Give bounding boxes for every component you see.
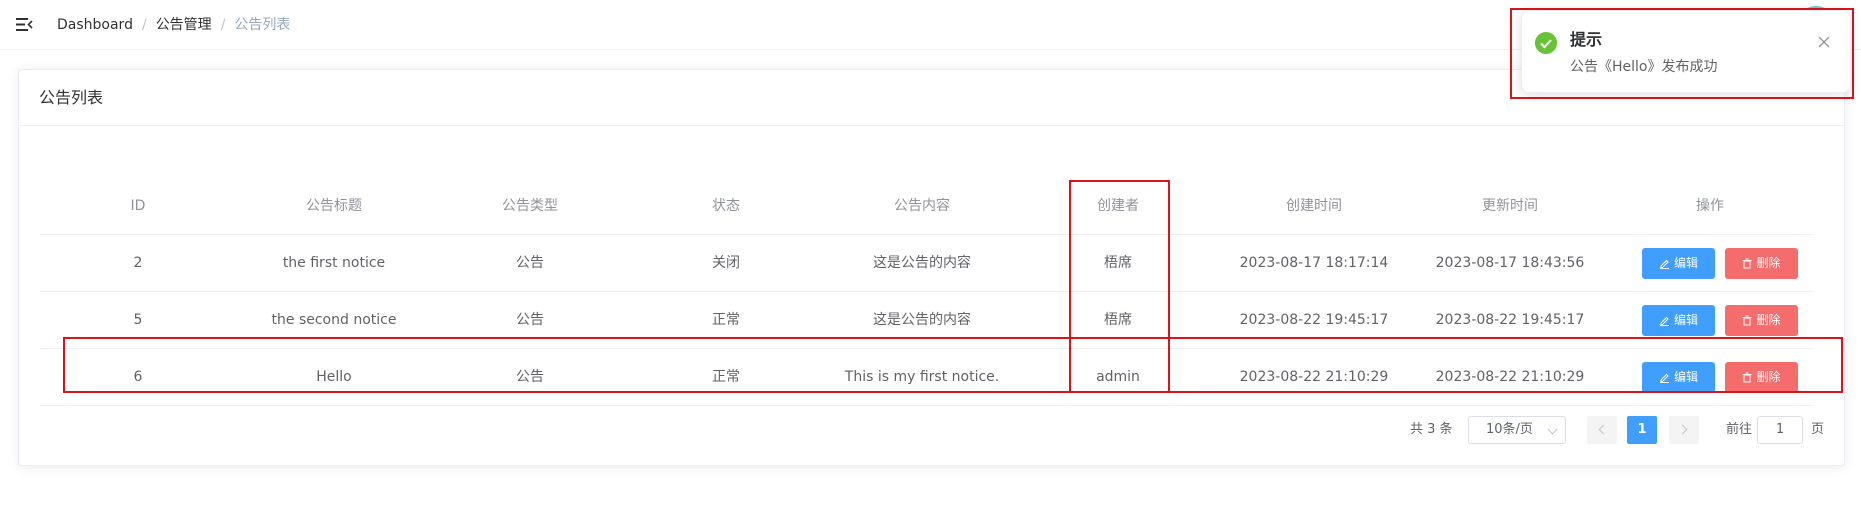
notification-title: 提示 xyxy=(1570,30,1603,49)
cell-created-time: 2023-08-22 19:45:17 xyxy=(1239,312,1389,328)
table-row: 2 the first notice 公告 关闭 这是公告的内容 梧席 2023… xyxy=(40,235,1812,292)
breadcrumb: Dashboard / 公告管理 / 公告列表 xyxy=(57,15,290,35)
edit-label: 编辑 xyxy=(1673,313,1698,327)
cell-status: 正常 xyxy=(712,369,740,385)
close-icon[interactable] xyxy=(1817,35,1831,49)
chevron-left-icon xyxy=(1598,424,1609,435)
page-number-current[interactable]: 1 xyxy=(1627,416,1657,444)
delete-label: 删除 xyxy=(1756,370,1781,384)
breadcrumb-notice-list: 公告列表 xyxy=(234,17,291,33)
cell-type: 公告 xyxy=(516,312,544,328)
table-row: 5 the second notice 公告 正常 这是公告的内容 梧席 202… xyxy=(40,292,1812,349)
chevron-right-icon xyxy=(1677,424,1688,435)
cell-updated-time: 2023-08-22 19:45:17 xyxy=(1435,312,1585,328)
cell-title: the second notice xyxy=(271,312,397,328)
success-notification: 提示 公告《Hello》发布成功 xyxy=(1521,10,1851,93)
delete-button[interactable]: 删除 xyxy=(1725,305,1798,336)
header-content: 公告内容 xyxy=(894,198,950,214)
edit-button[interactable]: 编辑 xyxy=(1642,362,1715,393)
cell-creator: 梧席 xyxy=(1104,255,1132,271)
success-check-icon xyxy=(1535,32,1557,54)
cell-status: 正常 xyxy=(712,312,740,328)
cell-created-time: 2023-08-17 18:17:14 xyxy=(1239,255,1389,271)
cell-type: 公告 xyxy=(516,369,544,385)
breadcrumb-notice-management[interactable]: 公告管理 xyxy=(156,17,212,33)
notification-message: 公告《Hello》发布成功 xyxy=(1570,59,1718,75)
row-actions: 编辑 删除 xyxy=(1642,349,1812,405)
cell-title: Hello xyxy=(316,369,352,385)
edit-button[interactable]: 编辑 xyxy=(1642,248,1715,279)
edit-icon xyxy=(1659,316,1669,326)
delete-button[interactable]: 删除 xyxy=(1725,248,1798,279)
delete-label: 删除 xyxy=(1756,313,1781,327)
cell-content: 这是公告的内容 xyxy=(873,255,971,271)
cell-content: This is my first notice. xyxy=(844,369,1000,385)
edit-icon xyxy=(1659,259,1669,269)
header-created-time: 创建时间 xyxy=(1286,198,1342,214)
header-type: 公告类型 xyxy=(502,198,558,214)
chevron-down-icon xyxy=(1547,424,1558,435)
row-actions: 编辑 删除 xyxy=(1642,235,1812,291)
trash-icon xyxy=(1742,372,1752,383)
header-creator: 创建者 xyxy=(1097,198,1139,214)
cell-created-time: 2023-08-22 21:10:29 xyxy=(1239,369,1389,385)
goto-label: 前往 xyxy=(1726,422,1753,437)
table-header-row: ID 公告标题 公告类型 状态 公告内容 创建者 创建时间 更新时间 操作 xyxy=(40,178,1812,235)
cell-updated-time: 2023-08-17 18:43:56 xyxy=(1435,255,1585,271)
header-updated-time: 更新时间 xyxy=(1482,198,1538,214)
next-page-button[interactable] xyxy=(1669,416,1699,444)
header-actions: 操作 xyxy=(1696,198,1724,214)
trash-icon xyxy=(1742,315,1752,326)
menu-fold-icon[interactable] xyxy=(16,17,33,32)
cell-creator: admin xyxy=(1096,369,1140,385)
table-row: 6 Hello 公告 正常 This is my first notice. a… xyxy=(40,349,1812,406)
cell-status: 关闭 xyxy=(712,255,740,271)
notice-list-card: 公告列表 ID 公告标题 公告类型 状态 公告内容 创建者 创建时间 更新时间 … xyxy=(18,69,1845,466)
header-status: 状态 xyxy=(712,198,740,214)
cell-type: 公告 xyxy=(516,255,544,271)
page-size-select[interactable]: 10条/页 xyxy=(1468,416,1566,444)
delete-label: 删除 xyxy=(1756,256,1781,270)
breadcrumb-separator: / xyxy=(141,17,147,33)
cell-content: 这是公告的内容 xyxy=(873,312,971,328)
breadcrumb-separator: / xyxy=(220,17,226,33)
cell-creator: 梧席 xyxy=(1104,312,1132,328)
trash-icon xyxy=(1742,258,1752,269)
edit-label: 编辑 xyxy=(1673,256,1698,270)
header-title: 公告标题 xyxy=(306,198,362,214)
breadcrumb-dashboard[interactable]: Dashboard xyxy=(57,17,133,33)
page-size-value: 10条/页 xyxy=(1486,422,1533,437)
cell-id: 5 xyxy=(133,312,143,328)
edit-button[interactable]: 编辑 xyxy=(1642,305,1715,336)
row-actions: 编辑 删除 xyxy=(1642,292,1812,348)
cell-id: 6 xyxy=(133,369,143,385)
goto-suffix: 页 xyxy=(1811,422,1825,437)
cell-title: the first notice xyxy=(282,255,386,271)
cell-id: 2 xyxy=(133,255,143,271)
delete-button[interactable]: 删除 xyxy=(1725,362,1798,393)
edit-icon xyxy=(1659,373,1669,383)
prev-page-button[interactable] xyxy=(1587,416,1617,444)
header-id: ID xyxy=(130,198,146,214)
pagination-total: 共 3 条 xyxy=(1410,422,1453,437)
edit-label: 编辑 xyxy=(1673,370,1698,384)
cell-updated-time: 2023-08-22 21:10:29 xyxy=(1435,369,1585,385)
goto-page-input[interactable]: 1 xyxy=(1757,416,1803,444)
